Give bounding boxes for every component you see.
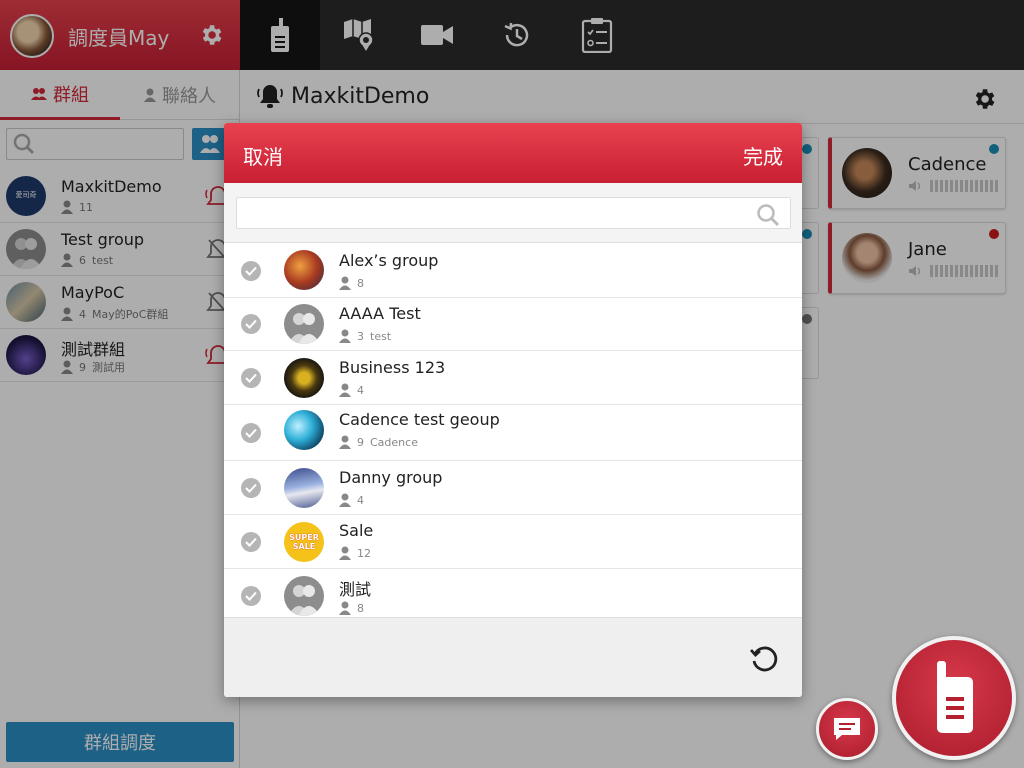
group-name: Sale: [339, 521, 374, 540]
group-note: test: [370, 329, 392, 343]
group-meta: 12: [339, 546, 377, 560]
list-item[interactable]: 測試 8: [224, 569, 802, 617]
checkbox[interactable]: [241, 478, 261, 498]
check-icon: [245, 591, 257, 601]
done-button[interactable]: 完成: [743, 141, 783, 170]
group-meta: 4: [339, 383, 370, 397]
group-avatar: [284, 304, 324, 344]
dialog-search-bar: [224, 183, 802, 243]
group-name: Cadence test geoup: [339, 410, 500, 429]
group-count: 12: [357, 546, 371, 560]
cancel-button[interactable]: 取消: [243, 141, 283, 170]
group-count: 9: [357, 435, 364, 449]
checkbox[interactable]: [241, 586, 261, 606]
check-icon: [245, 319, 257, 329]
checkbox[interactable]: [241, 368, 261, 388]
dialog-group-list: Alex’s group 8 AAAA Test 3 test Business…: [224, 244, 802, 617]
member-count-icon: [339, 546, 351, 560]
group-meta: 9 Cadence: [339, 435, 418, 449]
group-count: 8: [357, 276, 364, 290]
group-avatar: [284, 576, 324, 616]
dialog-search-input[interactable]: [236, 197, 791, 229]
check-icon: [245, 373, 257, 383]
list-item[interactable]: AAAA Test 3 test: [224, 298, 802, 351]
member-count-icon: [339, 601, 351, 615]
group-count: 4: [357, 493, 364, 507]
group-note: Cadence: [370, 435, 418, 449]
dialog-footer: [224, 617, 802, 697]
dialog-header: 取消 完成: [224, 123, 802, 183]
group-count: 3: [357, 329, 364, 343]
list-item[interactable]: SUPER SALE Sale 12: [224, 515, 802, 569]
checkbox[interactable]: [241, 532, 261, 552]
list-item[interactable]: Business 123 4: [224, 351, 802, 405]
group-name: AAAA Test: [339, 304, 421, 323]
checkbox[interactable]: [241, 314, 261, 334]
member-count-icon: [339, 329, 351, 343]
group-meta: 4: [339, 493, 370, 507]
sale-avatar-text: SALE: [292, 542, 316, 551]
checkbox[interactable]: [241, 423, 261, 443]
check-icon: [245, 428, 257, 438]
search-icon: [757, 204, 780, 227]
group-avatar: [284, 468, 324, 508]
group-name: Alex’s group: [339, 251, 439, 270]
group-avatar: [284, 358, 324, 398]
group-meta: 3 test: [339, 329, 391, 343]
group-name: Business 123: [339, 358, 446, 377]
chat-icon: [834, 718, 860, 740]
select-groups-dialog: 取消 完成 Alex’s group 8 AAAA Test 3 test Bu…: [224, 123, 802, 697]
list-item[interactable]: Danny group 4: [224, 461, 802, 515]
check-icon: [245, 537, 257, 547]
push-to-talk-button[interactable]: [892, 636, 1016, 760]
group-meta: 8: [339, 276, 370, 290]
member-count-icon: [339, 493, 351, 507]
list-item[interactable]: Alex’s group 8: [224, 244, 802, 298]
group-count: 8: [357, 601, 364, 615]
member-count-icon: [339, 383, 351, 397]
member-count-icon: [339, 276, 351, 290]
group-name: 測試: [339, 580, 372, 599]
list-item[interactable]: Cadence test geoup 9 Cadence: [224, 405, 802, 461]
chat-button[interactable]: [816, 698, 878, 760]
group-name: Danny group: [339, 468, 443, 487]
group-avatar: [284, 250, 324, 290]
checkbox[interactable]: [241, 261, 261, 281]
walkie-talkie-icon: [937, 661, 973, 733]
group-count: 4: [357, 383, 364, 397]
group-avatar: [284, 410, 324, 450]
group-avatar: SUPER SALE: [284, 522, 324, 562]
group-meta: 8: [339, 601, 370, 615]
check-icon: [245, 483, 257, 493]
member-count-icon: [339, 435, 351, 449]
sale-avatar-text: SUPER: [289, 533, 319, 542]
refresh-icon[interactable]: [748, 642, 780, 674]
check-icon: [245, 266, 257, 276]
